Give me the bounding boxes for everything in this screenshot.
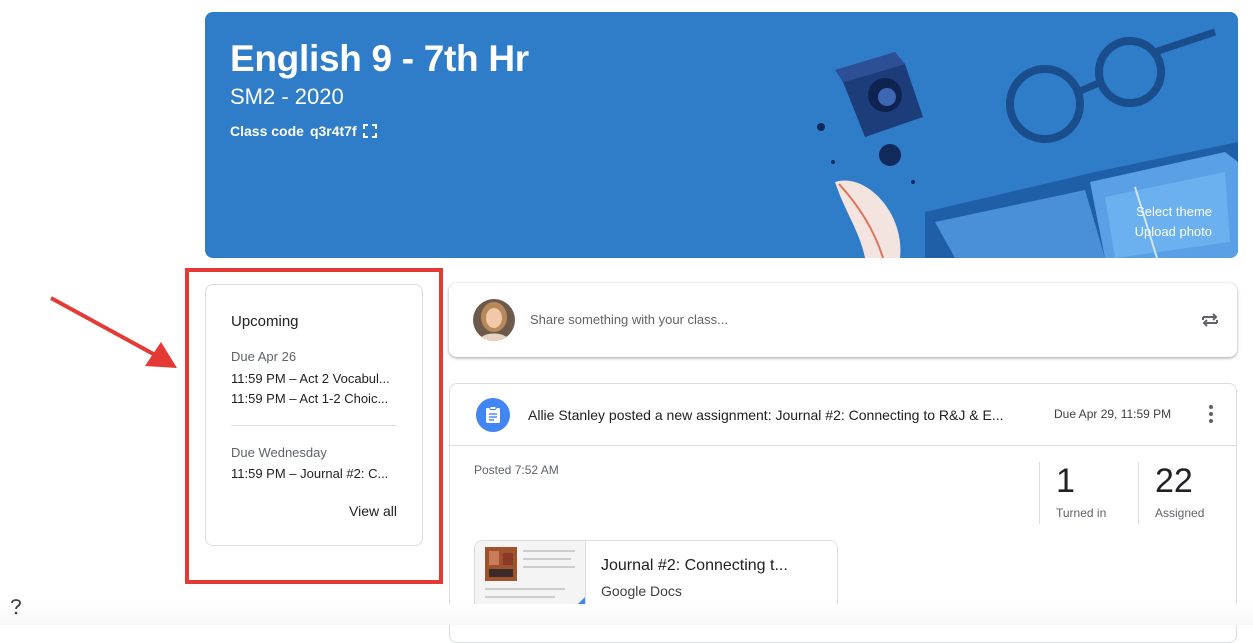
- upcoming-item[interactable]: 11:59 PM – Act 2 Vocabul...: [231, 371, 401, 386]
- bottom-strip: [0, 604, 1253, 625]
- annotation-arrow: [50, 296, 177, 368]
- assigned-stat[interactable]: 22 Assigned: [1138, 462, 1238, 524]
- post-headline[interactable]: Allie Stanley posted a new assignment: J…: [528, 407, 1052, 423]
- turned-in-label: Turned in: [1056, 506, 1107, 520]
- posted-time: Posted 7:52 AM: [474, 463, 559, 477]
- avatar: [473, 299, 515, 341]
- class-banner: English 9 - 7th Hr SM2 - 2020 Class code…: [205, 12, 1238, 258]
- attachment-card[interactable]: Journal #2: Connecting t... Google Docs: [474, 540, 838, 614]
- help-icon[interactable]: [6, 597, 26, 617]
- attachment-type: Google Docs: [601, 583, 682, 599]
- class-section: SM2 - 2020: [230, 84, 344, 109]
- due-date-label: Due Apr 26: [231, 349, 297, 364]
- class-code-row: Class code q3r4t7f: [230, 123, 377, 139]
- divider: [450, 445, 1236, 446]
- upcoming-item[interactable]: 11:59 PM – Journal #2: C...: [231, 466, 401, 481]
- upcoming-card: Upcoming Due Apr 26 11:59 PM – Act 2 Voc…: [205, 284, 423, 546]
- repost-icon[interactable]: [1199, 309, 1221, 331]
- theme-links: Select theme Upload photo: [1135, 202, 1212, 242]
- assigned-count: 22: [1155, 462, 1193, 500]
- upcoming-item[interactable]: 11:59 PM – Act 1-2 Choic...: [231, 391, 401, 406]
- class-title: English 9 - 7th Hr: [230, 38, 529, 79]
- share-box[interactable]: Share something with your class...: [449, 283, 1237, 357]
- more-vert-icon[interactable]: [1208, 404, 1214, 424]
- due-date-label: Due Wednesday: [231, 445, 327, 460]
- assigned-label: Assigned: [1155, 506, 1205, 520]
- class-code-label: Class code: [230, 123, 304, 139]
- upcoming-title: Upcoming: [231, 313, 299, 330]
- class-code-value: q3r4t7f: [309, 123, 357, 139]
- attachment-title: Journal #2: Connecting t...: [601, 557, 788, 574]
- view-all-link[interactable]: View all: [349, 503, 397, 519]
- turned-in-count: 1: [1056, 462, 1075, 500]
- turned-in-stat[interactable]: 1 Turned in: [1039, 462, 1138, 524]
- divider: [231, 425, 397, 426]
- upload-photo-link[interactable]: Upload photo: [1135, 222, 1212, 242]
- assignment-icon: [476, 398, 510, 432]
- post-due-date: Due Apr 29, 11:59 PM: [1054, 407, 1172, 421]
- share-input[interactable]: Share something with your class...: [530, 312, 728, 327]
- fullscreen-icon[interactable]: [362, 124, 377, 138]
- select-theme-link[interactable]: Select theme: [1135, 202, 1212, 222]
